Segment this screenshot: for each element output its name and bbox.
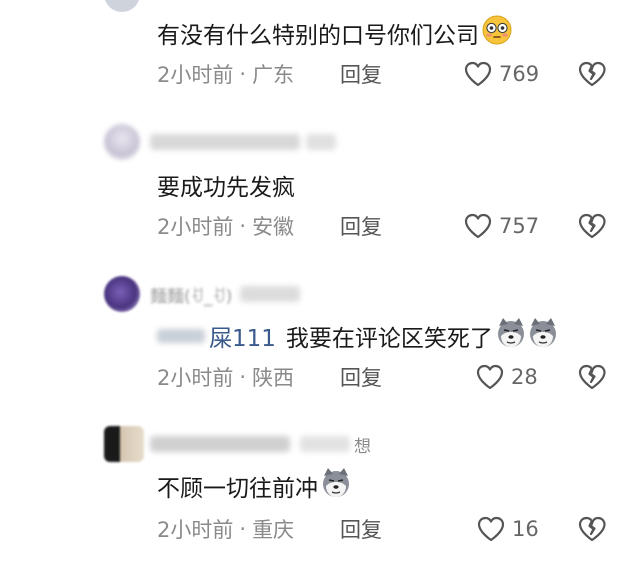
- timestamp: 2小时前: [157, 518, 234, 542]
- avatar[interactable]: [104, 426, 144, 462]
- timestamp: 2小时前: [157, 366, 234, 390]
- reply-button[interactable]: 回复: [340, 362, 382, 392]
- separator-dot: ·: [239, 62, 247, 86]
- like-count: 16: [512, 517, 539, 541]
- comment-item: 要成功先发疯 2小时前 · 安徽 回复 757: [0, 110, 640, 260]
- flushed-face-emoji-icon: [481, 14, 513, 52]
- comment-meta: 2小时前 · 安徽: [157, 211, 294, 241]
- avatar[interactable]: [104, 124, 140, 160]
- reply-button[interactable]: 回复: [340, 514, 382, 544]
- like-count: 769: [499, 62, 540, 86]
- timestamp: 2小时前: [157, 215, 234, 239]
- location: 安徽: [252, 215, 295, 239]
- husky-doge-emoji-icon: [527, 317, 559, 355]
- comment-meta: 2小时前 · 广东: [157, 59, 294, 89]
- comment-meta: 2小时前 · 重庆: [157, 514, 294, 544]
- separator-dot: ·: [239, 214, 247, 238]
- broken-heart-icon[interactable]: [576, 362, 608, 392]
- location: 广东: [252, 63, 295, 87]
- heart-icon: [476, 515, 506, 543]
- separator-dot: ·: [239, 517, 247, 541]
- broken-heart-icon[interactable]: [576, 514, 608, 544]
- comment-text: 要成功先发疯: [157, 175, 295, 201]
- like-count: 757: [499, 214, 540, 238]
- avatar[interactable]: [104, 0, 140, 12]
- broken-heart-icon[interactable]: [576, 211, 608, 241]
- mention-link[interactable]: 屎111: [209, 319, 276, 353]
- like-button[interactable]: 769: [463, 59, 539, 89]
- username: 想: [150, 434, 371, 457]
- like-count: 28: [511, 365, 538, 389]
- comment-text: 有没有什么特别的口号你们公司: [157, 14, 513, 52]
- avatar[interactable]: [104, 276, 140, 312]
- husky-doge-emoji-icon: [320, 467, 352, 505]
- husky-doge-emoji-icon: [495, 317, 527, 355]
- location: 陕西: [252, 366, 295, 390]
- heart-icon: [463, 212, 493, 240]
- heart-icon: [475, 363, 505, 391]
- like-button[interactable]: 16: [476, 514, 539, 544]
- reply-button[interactable]: 回复: [340, 59, 382, 89]
- comment-item: 有没有什么特别的口号你们公司 2小时前 · 广东 回复 769: [0, 0, 640, 110]
- username: 麵麵(ꀀ_ꀀ): [150, 284, 301, 307]
- blurred-avatar-chip: [157, 329, 205, 343]
- separator-dot: ·: [239, 365, 247, 389]
- comment-item: 想 不顾一切往前冲 2小时前 · 重庆 回复 16: [0, 410, 640, 561]
- broken-heart-icon[interactable]: [576, 59, 608, 89]
- reply-button[interactable]: 回复: [340, 211, 382, 241]
- like-button[interactable]: 757: [463, 211, 539, 241]
- comment-item: 麵麵(ꀀ_ꀀ) 屎111 我要在评论区笑死了 2小时前 · 陕西 回复 28: [0, 260, 640, 410]
- comment-text: 屎111 我要在评论区笑死了: [157, 318, 559, 354]
- comment-meta: 2小时前 · 陕西: [157, 362, 294, 392]
- heart-icon: [463, 60, 493, 88]
- like-button[interactable]: 28: [475, 362, 538, 392]
- timestamp: 2小时前: [157, 63, 234, 87]
- comment-text: 不顾一切往前冲: [157, 468, 352, 504]
- location: 重庆: [252, 518, 295, 542]
- username-blurred: [150, 132, 336, 152]
